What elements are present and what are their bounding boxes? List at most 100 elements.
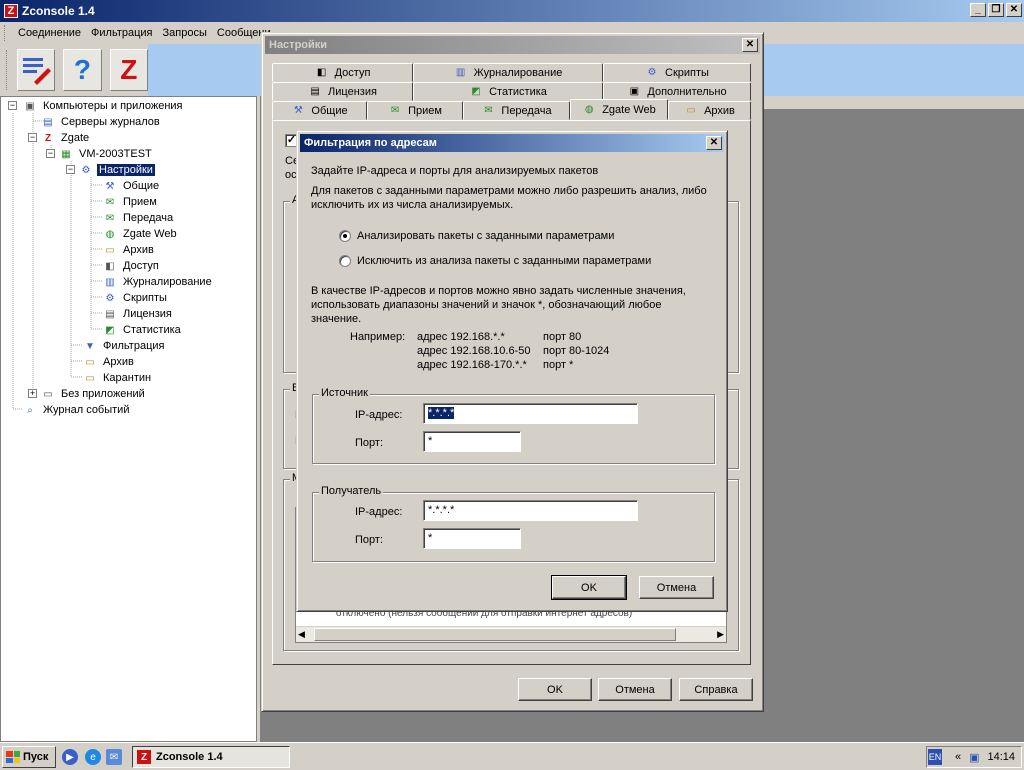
tree-item-archive-main[interactable]: ▭ Архив — [83, 354, 136, 370]
filter-cancel-button[interactable]: Отмена — [639, 576, 714, 599]
scroll-right-icon[interactable]: ▶ — [717, 629, 724, 640]
tree-pane[interactable]: − ▣ Компьютеры и приложения ▤ Серверы журн… — [0, 96, 257, 742]
dest-ip-input[interactable]: *.*.*.* — [423, 500, 638, 521]
radio-exclude[interactable] — [339, 255, 351, 267]
menubar-grip[interactable] — [4, 25, 7, 41]
menu-filtering[interactable]: Фильтрация — [86, 27, 157, 39]
tree-item-filtering[interactable]: ▼ Фильтрация — [83, 338, 166, 354]
outlook-icon[interactable]: ✉ — [106, 749, 122, 765]
tree-item-zgate-web[interactable]: ◍ Zgate Web — [103, 226, 179, 242]
example-addr: адрес 192.168-170.*.* — [417, 359, 527, 371]
tree-item-receive[interactable]: ✉ Прием — [103, 194, 159, 210]
tree-item-archive[interactable]: ▭ Архив — [103, 242, 156, 258]
start-button[interactable]: Пуск — [2, 746, 56, 768]
settings-cancel-button[interactable]: Отмена — [598, 678, 672, 701]
scroll-thumb[interactable] — [314, 628, 676, 641]
source-legend: Источник — [319, 387, 370, 399]
book-icon: ▥ — [105, 276, 115, 288]
zgate-button[interactable]: Z — [109, 49, 148, 91]
restore-button[interactable]: ❐ — [988, 3, 1004, 17]
radio-analyze-label[interactable]: Анализировать пакеты с заданными парамет… — [357, 230, 614, 242]
toolbar-grip[interactable] — [6, 50, 9, 90]
tree-expand-no-apps[interactable]: + — [28, 389, 37, 398]
tab-zgate-web[interactable]: ◍ Zgate Web — [570, 99, 668, 120]
archive-icon: ▭ — [105, 244, 115, 256]
minimize-button[interactable]: _ — [970, 3, 986, 17]
wrench-icon: ⚒ — [293, 105, 303, 116]
additional-icon: ▣ — [629, 86, 640, 97]
tab-send[interactable]: ✉ Передача — [463, 101, 570, 120]
tab-receive[interactable]: ✉ Прием — [367, 101, 463, 120]
menu-requests[interactable]: Запросы — [158, 27, 212, 39]
license-icon: ▤ — [310, 86, 320, 97]
tree-item-license[interactable]: ▤ Лицензия — [103, 306, 174, 322]
tree-item-settings[interactable]: ⚙ Настройки — [79, 162, 155, 178]
tab-general[interactable]: ⚒ Общие — [272, 101, 367, 120]
windows-logo-icon — [6, 751, 20, 763]
dest-port-input[interactable]: * — [423, 528, 521, 549]
settings-ok-button[interactable]: OK — [518, 678, 592, 701]
tab-scripts[interactable]: ⚙ Скрипты — [603, 63, 751, 82]
hint-line3: значение. — [311, 313, 362, 325]
radio-exclude-label[interactable]: Исключить из анализа пакеты с заданными … — [357, 255, 651, 267]
filter-ok-button[interactable]: OK — [551, 575, 627, 600]
filter-title: Фильтрация по адресам — [304, 137, 437, 149]
tree-collapse-settings[interactable]: − — [66, 165, 75, 174]
chart-icon: ◩ — [105, 324, 115, 336]
tree-item-logging[interactable]: ▥ Журналирование — [103, 274, 214, 290]
media-player-icon[interactable]: ▶ — [62, 749, 78, 765]
tab-logging[interactable]: ▥ Журналирование — [413, 63, 603, 82]
tab-license[interactable]: ▤ Лицензия — [272, 82, 413, 101]
computer-icon: ▣ — [25, 100, 35, 112]
tree-item-access[interactable]: ◧ Доступ — [103, 258, 161, 274]
source-ip-input[interactable]: *.*.*.* — [423, 403, 638, 424]
taskbar-zconsole[interactable]: Z Zconsole 1.4 — [132, 746, 290, 768]
ie-icon[interactable]: e — [85, 749, 101, 765]
tray-expand-icon[interactable]: « — [955, 751, 961, 763]
access-icon: ◧ — [316, 67, 327, 78]
tab-access[interactable]: ◧ Доступ — [272, 63, 413, 82]
filter-intro: Задайте IP-адреса и порты для анализируе… — [311, 165, 599, 177]
receive-icon: ✉ — [105, 196, 115, 208]
receive-icon: ✉ — [390, 105, 400, 116]
scroll-left-icon[interactable]: ◀ — [298, 629, 305, 640]
filter-icon: ▼ — [85, 340, 95, 352]
close-button[interactable]: ✕ — [1006, 3, 1022, 17]
tree-item-event-log[interactable]: ⌕ Журнал событий — [23, 402, 131, 418]
tab-archive[interactable]: ▭ Архив — [668, 101, 751, 120]
filter-dialog: Фильтрация по адресам ✕ Задайте IP-адрес… — [296, 130, 728, 612]
tree-item-scripts[interactable]: ⚙ Скрипты — [103, 290, 169, 306]
example-port: порт 80-1024 — [543, 345, 610, 357]
settings-help-button[interactable]: Справка — [679, 678, 753, 701]
filter-close-button[interactable]: ✕ — [706, 136, 722, 150]
tree-item-send[interactable]: ✉ Передача — [103, 210, 175, 226]
tree-item-quarantine[interactable]: ▭ Карантин — [83, 370, 153, 386]
network-icon[interactable]: ▣ — [969, 751, 979, 764]
tree-item-no-apps[interactable]: ▭ Без приложений — [41, 386, 147, 402]
tree-item-statistics[interactable]: ◩ Статистика — [103, 322, 183, 338]
tree-item-computers[interactable]: ▣ Компьютеры и приложения — [23, 98, 185, 114]
tree-item-host[interactable]: ▦ VM-2003TEST — [59, 146, 154, 162]
tree-item-log-servers[interactable]: ▤ Серверы журналов — [41, 114, 162, 130]
radio-analyze[interactable] — [339, 230, 351, 242]
source-ip-label: IP-адрес: — [355, 409, 403, 421]
horizontal-scrollbar[interactable]: ◀ ▶ — [296, 626, 726, 642]
tree-collapse-root[interactable]: − — [8, 101, 17, 110]
search-icon: ⌕ — [27, 404, 33, 416]
clock[interactable]: 14:14 — [987, 751, 1015, 763]
edit-icon — [23, 58, 51, 85]
settings-close-button[interactable]: ✕ — [742, 38, 758, 52]
menu-connection[interactable]: Соединение — [13, 27, 86, 39]
tree-collapse-host[interactable]: − — [46, 149, 55, 158]
zgate-logo-icon: Z — [120, 54, 138, 85]
filter-desc-line2: исключить их из числа анализируемых. — [311, 199, 514, 211]
help-button[interactable]: ? — [63, 49, 102, 91]
tree-item-zgate[interactable]: Z Zgate — [41, 130, 91, 146]
source-port-input[interactable]: * — [423, 431, 521, 452]
quarantine-icon: ▭ — [85, 372, 95, 384]
zconsole-icon: Z — [137, 750, 151, 764]
tree-collapse-zgate[interactable]: − — [28, 133, 37, 142]
tree-item-general[interactable]: ⚒ Общие — [103, 178, 161, 194]
chart-icon: ◩ — [471, 86, 481, 97]
edit-button[interactable] — [16, 49, 56, 91]
